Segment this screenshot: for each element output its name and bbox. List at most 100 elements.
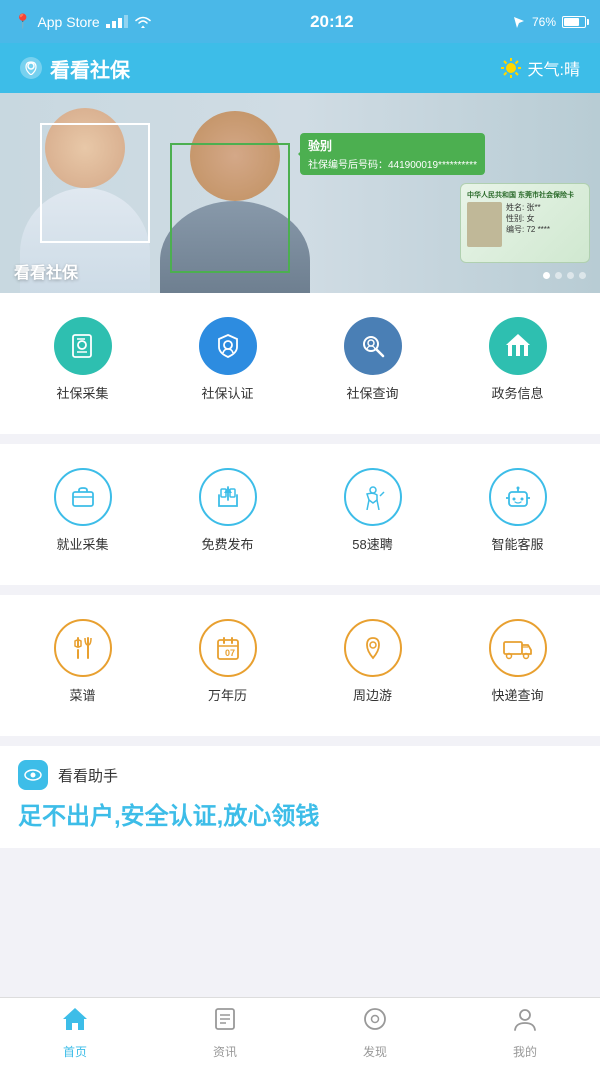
battery-percent: 76%: [532, 15, 556, 29]
grid-item-employment[interactable]: 就业采集: [10, 460, 155, 561]
banner-dots: [543, 272, 586, 279]
nearby-tour-label: 周边游: [353, 685, 392, 704]
face-label-id: 社保编号后号码：441900019**********: [308, 156, 477, 171]
signal-bar-2: [112, 21, 116, 28]
grid-row-2: 就业采集 免费发布: [10, 460, 590, 561]
status-bar: 📍 App Store 20:12 76%: [0, 0, 600, 43]
grid-item-express[interactable]: 快递查询: [445, 611, 590, 712]
grid-row-1: 社保采集 社保认证: [10, 309, 590, 410]
app-header: 看看社保 天气:晴: [0, 43, 600, 93]
face-box-white: [40, 123, 150, 243]
grid-section-2: 就业采集 免费发布: [0, 444, 600, 585]
face-label-bubble: 验别 社保编号后号码：441900019**********: [300, 133, 485, 175]
shebao-query-icon: [344, 317, 402, 375]
publish-label: 免费发布: [201, 534, 253, 553]
tab-discover-icon: [362, 1006, 388, 1039]
tab-bar: 首页 资讯 发现 我的: [0, 997, 600, 1067]
ai-service-label: 智能客服: [491, 534, 543, 553]
banner: 验别 社保编号后号码：441900019********** 中华人民共和国 东…: [0, 93, 600, 293]
grid-item-shebao-collect[interactable]: 社保采集: [10, 309, 155, 410]
tab-news-label: 资讯: [213, 1043, 237, 1060]
publish-icon: [199, 468, 257, 526]
nearby-tour-icon: [344, 619, 402, 677]
grid-item-recipe[interactable]: 菜谱: [10, 611, 155, 712]
express-icon: [489, 619, 547, 677]
shebao-collect-label: 社保采集: [56, 383, 108, 402]
face-label-title: 验别: [308, 137, 477, 154]
sun-icon: [500, 57, 522, 79]
tab-discover-label: 发现: [363, 1043, 387, 1060]
recipe-icon: [54, 619, 112, 677]
recipe-label: 菜谱: [69, 685, 95, 704]
header-weather: 天气:晴: [500, 56, 580, 80]
header-title: 看看社保: [20, 54, 130, 83]
id-card-photo: [467, 202, 502, 247]
signal-bars: [106, 15, 128, 28]
helper-slogan: 足不出户,安全认证,放心领钱: [18, 800, 582, 834]
58pin-icon: [344, 468, 402, 526]
id-card: 中华人民共和国 东莞市社会保险卡 姓名: 张**性别: 女编号: 72 ****: [460, 183, 590, 263]
grid-item-shebao-query[interactable]: 社保查询: [300, 309, 445, 410]
calendar-icon: 07: [199, 619, 257, 677]
employment-label: 就业采集: [56, 534, 108, 553]
grid-item-calendar[interactable]: 07 万年历: [155, 611, 300, 712]
tab-discover[interactable]: 发现: [300, 1006, 450, 1060]
dot-4: [579, 272, 586, 279]
tab-profile-label: 我的: [513, 1043, 537, 1060]
location-arrow-icon: [512, 15, 526, 29]
grid-item-58pin[interactable]: 58速聘: [300, 460, 445, 561]
wifi-icon: [134, 15, 152, 28]
gov-info-icon: [489, 317, 547, 375]
grid-item-shebao-auth[interactable]: 社保认证: [155, 309, 300, 410]
id-card-content: 姓名: 张**性别: 女编号: 72 ****: [467, 202, 583, 247]
ai-service-icon: [489, 468, 547, 526]
shebao-auth-icon: [199, 317, 257, 375]
tab-news-icon: [212, 1006, 238, 1039]
id-card-text: 姓名: 张**性别: 女编号: 72 ****: [506, 202, 583, 236]
battery-icon: [562, 16, 586, 28]
banner-title: 看看社保: [14, 259, 78, 283]
face-box-green: [170, 143, 290, 273]
grid-item-gov-info[interactable]: 政务信息: [445, 309, 590, 410]
helper-title: 看看助手: [58, 765, 118, 786]
tab-home-icon: [61, 1006, 89, 1039]
tab-profile[interactable]: 我的: [450, 1006, 600, 1060]
dot-1: [543, 272, 550, 279]
battery-fill: [564, 18, 579, 26]
gov-info-label: 政务信息: [491, 383, 543, 402]
grid-item-nearby-tour[interactable]: 周边游: [300, 611, 445, 712]
status-time: 20:12: [310, 12, 353, 32]
helper-header: 看看助手: [18, 760, 582, 790]
grid-section-3: 菜谱 07 万年历: [0, 595, 600, 736]
pin-icon: [25, 61, 37, 75]
grid-item-publish[interactable]: 免费发布: [155, 460, 300, 561]
status-right: 76%: [512, 15, 586, 29]
tab-home-label: 首页: [63, 1043, 87, 1060]
grid-item-ai-service[interactable]: 智能客服: [445, 460, 590, 561]
tab-home[interactable]: 首页: [0, 1006, 150, 1060]
signal-bar-4: [124, 15, 128, 28]
shebao-auth-label: 社保认证: [201, 383, 253, 402]
svg-text:07: 07: [225, 648, 235, 658]
tab-news[interactable]: 资讯: [150, 1006, 300, 1060]
shebao-query-label: 社保查询: [346, 383, 398, 402]
id-card-info: 姓名: 张**性别: 女编号: 72 ****: [506, 202, 583, 247]
58pin-label: 58速聘: [352, 534, 392, 553]
calendar-label: 万年历: [208, 685, 247, 704]
grid-row-3: 菜谱 07 万年历: [10, 611, 590, 712]
status-carrier: 📍 App Store: [14, 13, 152, 30]
tab-profile-icon: [512, 1006, 538, 1039]
helper-icon: [18, 760, 48, 790]
shebao-collect-icon: [54, 317, 112, 375]
dot-3: [567, 272, 574, 279]
signal-bar-3: [118, 18, 122, 28]
header-location-icon: [20, 57, 42, 79]
dot-2: [555, 272, 562, 279]
employment-icon: [54, 468, 112, 526]
helper-section: 看看助手 足不出户,安全认证,放心领钱: [0, 746, 600, 848]
express-label: 快递查询: [491, 685, 543, 704]
id-card-header: 中华人民共和国 东莞市社会保险卡: [467, 190, 583, 200]
carrier-icon: 📍: [14, 13, 31, 30]
signal-bar-1: [106, 24, 110, 28]
grid-section-1: 社保采集 社保认证: [0, 293, 600, 434]
